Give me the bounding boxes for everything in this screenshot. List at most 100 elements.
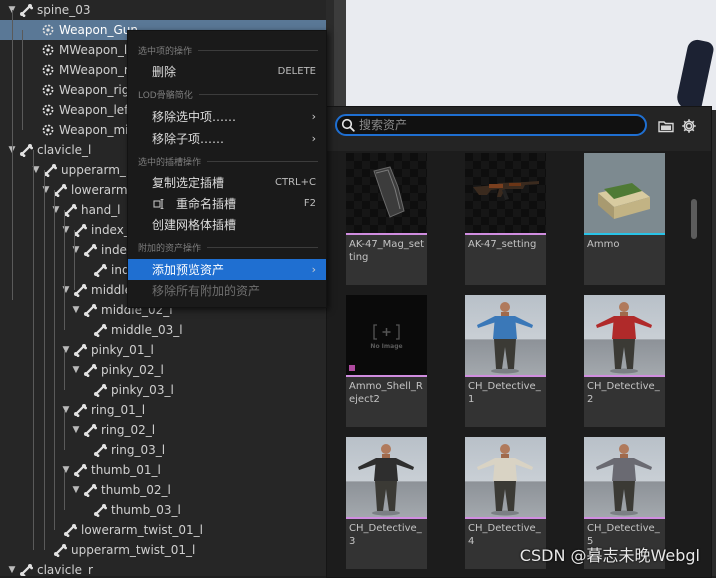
asset-type-bar — [465, 375, 546, 377]
tree-row[interactable]: ▼ ring_02_l — [0, 420, 326, 440]
expand-caret-icon[interactable]: ▼ — [60, 220, 72, 240]
no-image-thumbnail: No Image — [346, 295, 427, 375]
tree-row[interactable]: middle_03_l — [0, 320, 326, 340]
socket-icon — [40, 62, 56, 78]
tree-row[interactable]: pinky_03_l — [0, 380, 326, 400]
asset-tile[interactable]: CH_Detective_3 — [346, 437, 427, 569]
menu-item-remove-selected[interactable]: 移除选中项…… › — [128, 106, 326, 127]
asset-type-bar — [465, 517, 546, 519]
bone-icon — [82, 302, 98, 318]
tree-row-label: pinky_03_l — [111, 383, 174, 397]
expand-caret-icon[interactable]: ▼ — [60, 400, 72, 420]
menu-item-remove-all-attached[interactable]: 移除所有附加的资产 — [128, 280, 326, 301]
expand-caret-icon[interactable]: ▼ — [40, 180, 52, 200]
tree-row-label: thumb_01_l — [91, 463, 161, 477]
gear-icon[interactable] — [680, 117, 698, 135]
menu-item-rename-socket[interactable]: 重命名插槽 F2 — [128, 193, 326, 214]
socket-icon — [40, 22, 56, 38]
expand-caret-icon[interactable]: ▼ — [50, 200, 62, 220]
tree-row[interactable]: lowerarm_twist_01_l — [0, 520, 326, 540]
rifle-thumbnail — [465, 153, 546, 233]
menu-item-remove-children[interactable]: 移除子项…… › — [128, 128, 326, 149]
folder-icon[interactable] — [657, 117, 675, 135]
tree-row[interactable]: ring_03_l — [0, 440, 326, 460]
socket-icon — [40, 102, 56, 118]
tree-row-label: upperarm_twist_01_l — [71, 543, 196, 557]
expand-caret-icon[interactable]: ▼ — [6, 560, 18, 576]
asset-tile[interactable]: No Image Ammo_Shell_Reject2 — [346, 295, 427, 427]
tree-guide-line — [44, 170, 45, 550]
no-image-label: No Image — [370, 343, 403, 350]
bone-icon — [92, 442, 108, 458]
expand-caret-icon[interactable]: ▼ — [70, 240, 82, 260]
character-thumbnail — [346, 437, 427, 517]
bone-icon — [92, 502, 108, 518]
menu-item-copy-socket[interactable]: 复制选定插槽 CTRL+C — [128, 172, 326, 193]
tree-row-label: ring_01_l — [91, 403, 146, 417]
asset-type-bar — [584, 375, 665, 377]
tree-row[interactable]: ▼ spine_03 — [0, 0, 326, 20]
character-thumbnail — [465, 437, 546, 517]
bone-icon — [62, 522, 78, 538]
asset-tile[interactable]: Ammo — [584, 153, 665, 285]
menu-section-lod: LOD骨骼简化 — [138, 87, 318, 101]
expand-caret-icon[interactable]: ▼ — [60, 460, 72, 480]
bone-icon — [18, 2, 34, 18]
menu-item-delete[interactable]: 删除 DELETE — [128, 61, 326, 82]
asset-tile[interactable]: CH_Detective_1 — [465, 295, 546, 427]
asset-tile[interactable]: AK-47_Mag_setting — [346, 153, 427, 285]
bone-icon — [52, 542, 68, 558]
tree-guide-line — [64, 290, 65, 330]
asset-picker-popup: AK-47_Mag_setting AK-47_setting Ammo No Ima… — [326, 106, 712, 578]
rename-icon — [152, 197, 166, 211]
asset-tile[interactable]: CH_Detective_2 — [584, 295, 665, 427]
asset-tile[interactable]: AK-47_setting — [465, 153, 546, 285]
character-thumbnail — [584, 437, 665, 517]
menu-item-create-mesh-socket[interactable]: 创建网格体插槽 — [128, 214, 326, 235]
character-thumbnail — [584, 295, 665, 375]
tree-row[interactable]: ▼ pinky_02_l — [0, 360, 326, 380]
tree-guide-line — [74, 230, 75, 290]
bone-icon — [72, 462, 88, 478]
asset-type-bar — [584, 233, 665, 235]
expand-caret-icon[interactable]: ▼ — [70, 360, 82, 380]
expand-caret-icon[interactable]: ▼ — [70, 300, 82, 320]
tree-row-label: upperarm_l — [61, 163, 130, 177]
tree-row[interactable]: ▼ pinky_01_l — [0, 340, 326, 360]
search-bar[interactable] — [335, 114, 647, 136]
tree-guide-line — [22, 30, 23, 130]
expand-caret-icon[interactable]: ▼ — [30, 160, 42, 180]
expand-caret-icon[interactable]: ▼ — [60, 280, 72, 300]
search-input[interactable] — [359, 118, 629, 132]
asset-type-bar — [346, 517, 427, 519]
menu-item-add-preview-asset[interactable]: 添加预览资产 › — [128, 259, 326, 280]
chevron-right-icon: › — [311, 110, 316, 123]
search-icon — [337, 118, 359, 132]
expand-caret-icon[interactable]: ▼ — [60, 340, 72, 360]
tree-row[interactable]: ▼ thumb_01_l — [0, 460, 326, 480]
tree-guide-line — [12, 10, 13, 300]
tree-row-label: hand_l — [81, 203, 121, 217]
expand-caret-icon[interactable]: ▼ — [70, 480, 82, 500]
tree-row[interactable]: ▼ clavicle_r — [0, 560, 326, 576]
asset-type-bar — [346, 375, 427, 377]
tree-row[interactable]: upperarm_twist_01_l — [0, 540, 326, 560]
menu-section-attached-assets: 附加的资产操作 — [138, 240, 318, 254]
expand-caret-icon[interactable]: ▼ — [70, 420, 82, 440]
tree-row-label: thumb_02_l — [101, 483, 171, 497]
tree-row[interactable]: ▼ ring_01_l — [0, 400, 326, 420]
asset-grid: AK-47_Mag_setting AK-47_setting Ammo No Ima… — [327, 151, 711, 577]
tree-row[interactable]: ▼ thumb_02_l — [0, 480, 326, 500]
tree-row[interactable]: thumb_03_l — [0, 500, 326, 520]
asset-grid-scrollbar[interactable] — [691, 199, 697, 239]
tree-row-label: clavicle_r — [37, 563, 93, 576]
bone-icon — [72, 342, 88, 358]
asset-type-bar — [346, 233, 427, 235]
